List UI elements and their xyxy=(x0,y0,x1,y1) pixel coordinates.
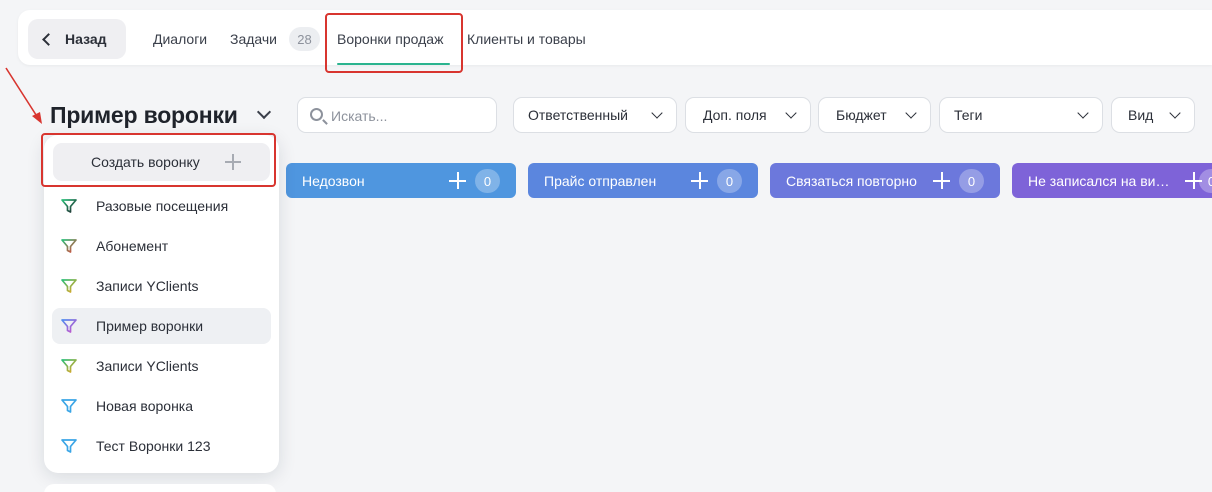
panel-edge xyxy=(44,484,276,492)
funnel-icon xyxy=(61,319,77,333)
tasks-count-badge: 28 xyxy=(289,27,320,51)
filter-view[interactable]: Вид xyxy=(1111,97,1195,133)
chevron-down-icon xyxy=(651,107,663,119)
funnel-list-item[interactable]: Пример воронки xyxy=(52,308,271,344)
filter-responsible[interactable]: Ответственный xyxy=(513,97,677,133)
funnel-list-item[interactable]: Новая воронка xyxy=(52,388,271,424)
annotation-arrow-icon xyxy=(5,67,42,124)
create-funnel-button[interactable]: Создать воронку xyxy=(53,143,270,181)
stage-count-badge: 0 xyxy=(959,169,984,193)
funnel-icon xyxy=(61,399,77,413)
filter-extra-fields[interactable]: Доп. поля xyxy=(685,97,811,133)
tab-tasks[interactable]: Задачи xyxy=(230,31,277,47)
stage-header[interactable]: Связаться повторно 0 xyxy=(770,163,1000,198)
funnel-dropdown: Создать воронку Разовые посещения Абонеме… xyxy=(44,135,279,473)
funnel-icon xyxy=(61,439,77,453)
filter-label: Вид xyxy=(1128,107,1154,123)
funnel-list-item[interactable]: Записи YClients xyxy=(52,348,271,384)
stage-title: Недозвон xyxy=(302,172,365,189)
funnel-icon xyxy=(61,359,77,373)
plus-icon[interactable] xyxy=(449,172,466,189)
stage-count-badge: 0 xyxy=(1199,169,1212,193)
funnel-list-item[interactable]: Тест Воронки 123 xyxy=(52,428,271,464)
plus-icon[interactable] xyxy=(691,172,708,189)
filter-tags[interactable]: Теги xyxy=(939,97,1103,133)
funnel-list-item-label: Абонемент xyxy=(96,238,169,254)
funnel-list-item-label: Тест Воронки 123 xyxy=(96,438,211,454)
search-input[interactable] xyxy=(331,106,486,126)
tab-clients-products[interactable]: Клиенты и товары xyxy=(467,31,586,47)
plus-icon xyxy=(225,154,241,170)
funnel-icon xyxy=(61,199,77,213)
back-button-label: Назад xyxy=(65,31,107,47)
stage-title: Прайс отправлен xyxy=(544,172,657,189)
funnel-icon xyxy=(61,279,77,293)
plus-icon[interactable] xyxy=(933,172,950,189)
funnel-list-item-label: Записи YClients xyxy=(96,278,199,294)
chevron-left-icon xyxy=(42,32,55,46)
funnel-list-item[interactable]: Записи YClients xyxy=(52,268,271,304)
stage-count-badge: 0 xyxy=(475,169,500,193)
funnel-icon xyxy=(61,239,77,253)
funnel-list-item[interactable]: Разовые посещения xyxy=(52,188,271,224)
stage-header[interactable]: Прайс отправлен 0 xyxy=(528,163,758,198)
filter-label: Доп. поля xyxy=(703,107,767,123)
search-icon xyxy=(310,108,323,121)
stage-header[interactable]: Не записался на визит 0 xyxy=(1012,163,1212,198)
funnel-list-item-label: Новая воронка xyxy=(96,398,194,414)
stage-header[interactable]: Недозвон 0 xyxy=(286,163,516,198)
chevron-down-icon[interactable] xyxy=(256,104,272,120)
filter-label: Ответственный xyxy=(528,107,628,123)
funnel-list-item-label: Пример воронки xyxy=(96,318,204,334)
tab-sales-funnels[interactable]: Воронки продаж xyxy=(337,31,443,47)
create-funnel-label: Создать воронку xyxy=(91,154,200,170)
stage-count-badge: 0 xyxy=(717,169,742,193)
top-navigation: Назад Диалоги Задачи 28 Воронки продаж К… xyxy=(18,10,1212,65)
stage-title: Не записался на визит xyxy=(1028,172,1174,189)
funnel-list-item[interactable]: Абонемент xyxy=(52,228,271,264)
funnel-selector-title[interactable]: Пример воронки xyxy=(50,102,238,129)
active-tab-indicator xyxy=(337,63,450,65)
back-button[interactable]: Назад xyxy=(28,19,126,59)
chevron-down-icon xyxy=(1169,107,1181,119)
search-box xyxy=(297,97,497,133)
chevron-down-icon xyxy=(905,107,917,119)
funnel-list-item-label: Записи YClients xyxy=(96,358,199,374)
chevron-down-icon xyxy=(1077,107,1089,119)
funnel-list-item-label: Разовые посещения xyxy=(96,198,229,214)
stage-title: Связаться повторно xyxy=(786,172,917,189)
chevron-down-icon xyxy=(785,107,797,119)
tab-dialogs[interactable]: Диалоги xyxy=(153,31,207,47)
filter-label: Теги xyxy=(954,107,983,123)
filter-budget[interactable]: Бюджет xyxy=(818,97,931,133)
filter-label: Бюджет xyxy=(836,107,887,123)
